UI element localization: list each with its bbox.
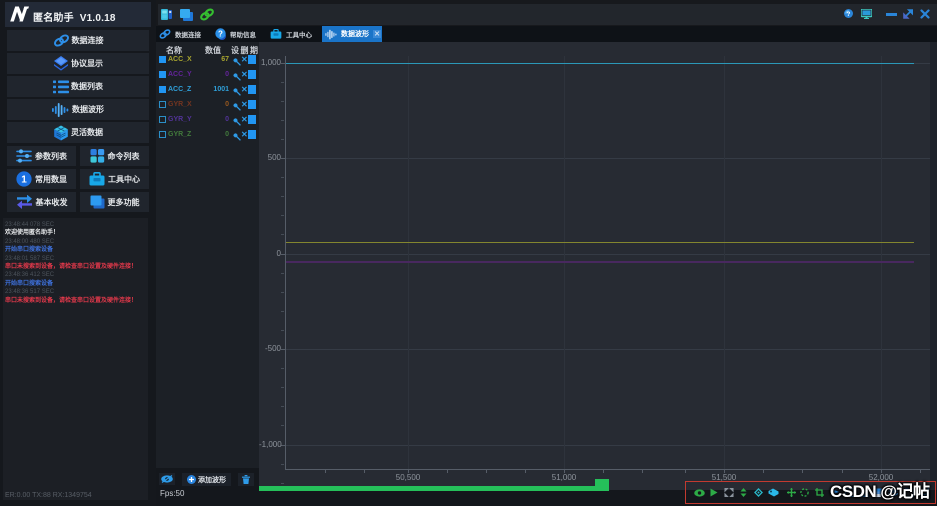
svg-text:?: ? [218, 29, 223, 38]
svg-text:1: 1 [21, 175, 27, 186]
svg-text:?: ? [847, 11, 851, 18]
